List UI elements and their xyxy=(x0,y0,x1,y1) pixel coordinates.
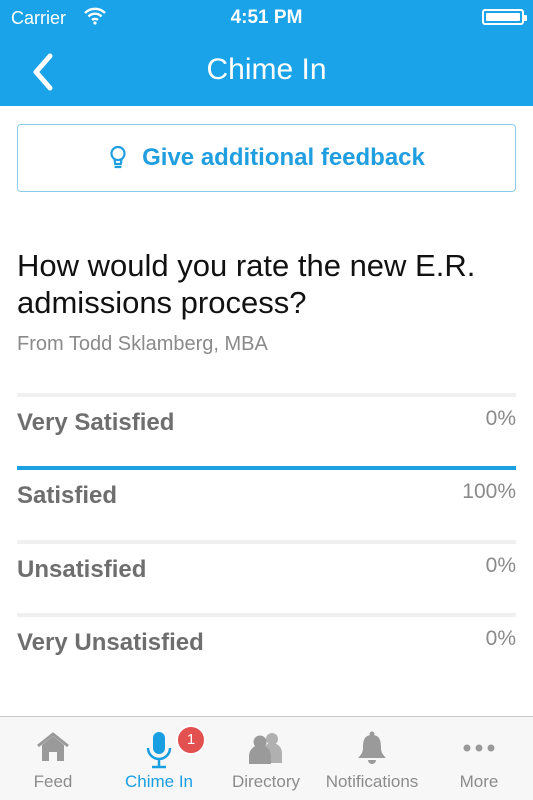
people-icon xyxy=(249,733,282,764)
question-text: How would you rate the new E.R. admissio… xyxy=(17,248,476,320)
tab-bar: Feed Chime In Directory Notifications Mo… xyxy=(0,716,533,800)
tab-label: Feed xyxy=(33,772,73,791)
poll-option-very-unsatisfied[interactable]: Very Unsatisfied 0% xyxy=(17,613,516,665)
option-percent: 100% xyxy=(462,480,516,503)
navigation-header: Carrier 4:51 PM Chime In xyxy=(0,0,533,106)
more-dots-icon xyxy=(463,744,495,752)
option-label: Satisfied xyxy=(17,482,118,509)
battery-icon xyxy=(482,9,527,25)
option-percent: 0% xyxy=(485,627,516,650)
option-track xyxy=(17,540,516,544)
option-track xyxy=(17,613,516,617)
option-percent: 0% xyxy=(485,554,516,577)
tab-label: Directory xyxy=(231,772,300,791)
give-feedback-label: Give additional feedback xyxy=(142,144,425,171)
tab-label: Chime In xyxy=(124,772,194,791)
page-title: Chime In xyxy=(206,53,327,86)
option-label: Unsatisfied xyxy=(17,556,147,583)
poll-option-unsatisfied[interactable]: Unsatisfied 0% xyxy=(17,540,516,592)
tab-label: More xyxy=(459,772,499,791)
poll-option-very-satisfied[interactable]: Very Satisfied 0% xyxy=(17,393,516,445)
chime-in-badge: 1 xyxy=(176,725,206,755)
microphone-icon xyxy=(146,732,172,769)
bell-icon xyxy=(358,731,386,764)
tab-feed[interactable]: Feed xyxy=(0,717,106,800)
tab-directory[interactable]: Directory xyxy=(213,717,319,800)
option-label: Very Unsatisfied xyxy=(17,629,204,656)
tab-more[interactable]: More xyxy=(426,717,532,800)
lightbulb-icon xyxy=(110,145,126,169)
home-icon xyxy=(37,732,69,761)
option-percent: 0% xyxy=(485,407,516,430)
poll-option-satisfied[interactable]: Satisfied 100% xyxy=(17,466,516,518)
tab-label: Notifications xyxy=(325,772,419,791)
status-time: 4:51 PM xyxy=(230,7,303,28)
option-label: Very Satisfied xyxy=(17,409,175,436)
option-result-bar xyxy=(17,466,516,470)
option-track xyxy=(17,393,516,397)
question-author: From Todd Sklamberg, MBA xyxy=(17,333,268,355)
give-feedback-button[interactable]: Give additional feedback xyxy=(17,124,516,192)
status-bar: Carrier 4:51 PM xyxy=(0,0,533,34)
tab-notifications[interactable]: Notifications xyxy=(319,717,425,800)
